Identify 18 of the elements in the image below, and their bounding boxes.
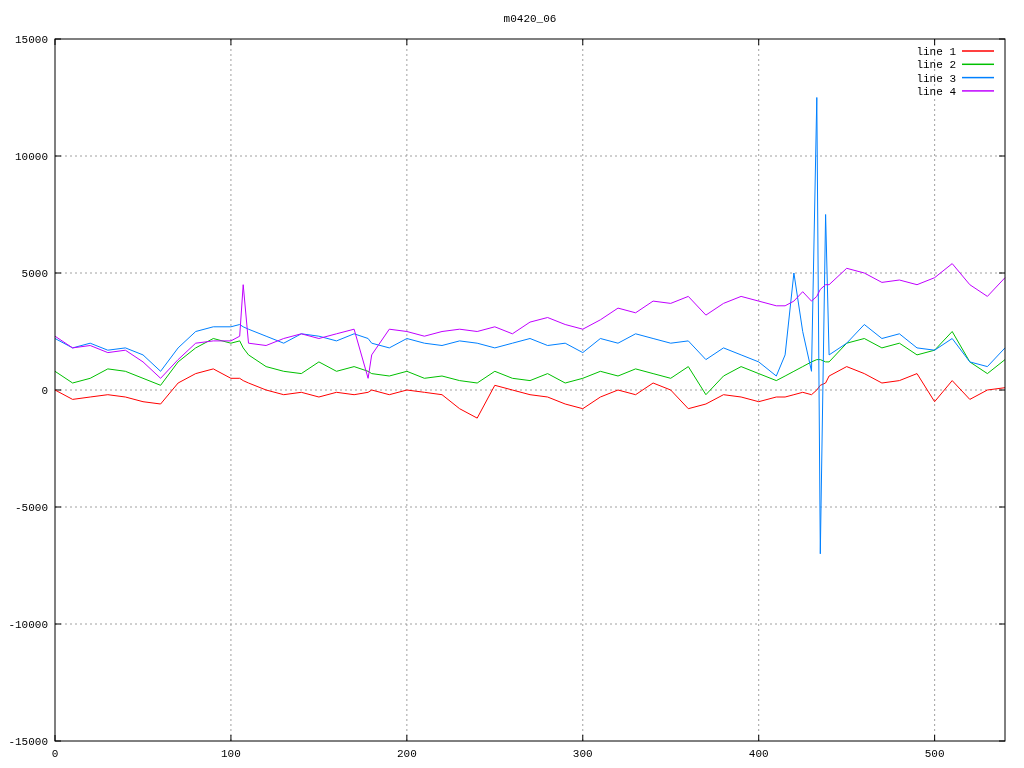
- legend-label: line 1: [916, 46, 956, 58]
- y-axis-tick-label: 15000: [15, 34, 48, 46]
- y-axis-tick-label: -10000: [8, 619, 48, 631]
- y-axis-tick-label: -5000: [15, 502, 48, 514]
- legend-label: line 2: [916, 59, 956, 72]
- x-axis-tick-label: 0: [51, 748, 59, 760]
- chart-title: m0420_06: [503, 13, 557, 25]
- y-axis-tick-label: -15000: [8, 736, 48, 748]
- x-axis-tick-label: 200: [396, 748, 417, 760]
- x-axis-tick-label: 100: [221, 748, 241, 760]
- x-axis-tick-label: 400: [748, 748, 769, 760]
- legend-label: line 3: [916, 72, 956, 85]
- x-axis-tick-label: 300: [572, 748, 593, 760]
- y-axis-tick-label: 5000: [21, 268, 48, 280]
- y-axis-tick-label: 10000: [15, 151, 48, 163]
- legend-label: line 4: [916, 85, 956, 98]
- x-axis-tick-label: 500: [924, 748, 945, 760]
- y-axis-tick-label: 0: [41, 385, 48, 397]
